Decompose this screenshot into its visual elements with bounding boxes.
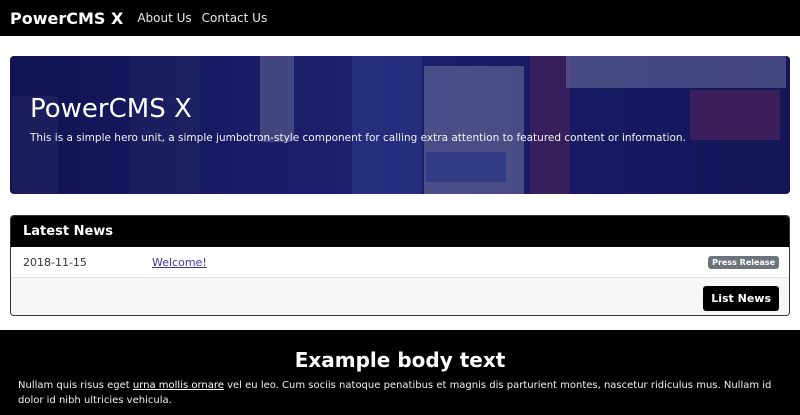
hero-jumbotron: PowerCMS X This is a simple hero unit, a… (10, 56, 790, 194)
hero-lead-text: This is a simple hero unit, a simple jum… (30, 132, 686, 144)
news-date: 2018-11-15 (23, 255, 87, 269)
hero-overlay (10, 56, 790, 194)
body-text-before: Nullam quis risus eget (18, 380, 133, 391)
latest-news-header: Latest News (11, 216, 789, 247)
nav-link-about-us[interactable]: About Us (137, 11, 191, 25)
press-release-badge: Press Release (708, 255, 779, 269)
body-inline-link[interactable]: urna mollis ornare (133, 380, 224, 391)
body-heading: Example body text (294, 348, 506, 372)
latest-news-card: Latest News 2018-11-15 Welcome! Press Re… (10, 215, 790, 316)
news-list-item: 2018-11-15 Welcome! Press Release (11, 247, 789, 278)
top-navbar: PowerCMS X About Us Contact Us (0, 0, 800, 36)
hero-title: PowerCMS X (30, 94, 192, 124)
body-text-section: Example body text Nullam quis risus eget… (0, 330, 800, 415)
nav-link-contact-us[interactable]: Contact Us (202, 11, 268, 25)
brand-link[interactable]: PowerCMS X (10, 9, 123, 28)
body-paragraph: Nullam quis risus eget urna mollis ornar… (18, 378, 782, 408)
list-news-button[interactable]: List News (703, 286, 779, 311)
news-title-link[interactable]: Welcome! (152, 256, 207, 269)
news-card-footer: List News (11, 278, 789, 315)
